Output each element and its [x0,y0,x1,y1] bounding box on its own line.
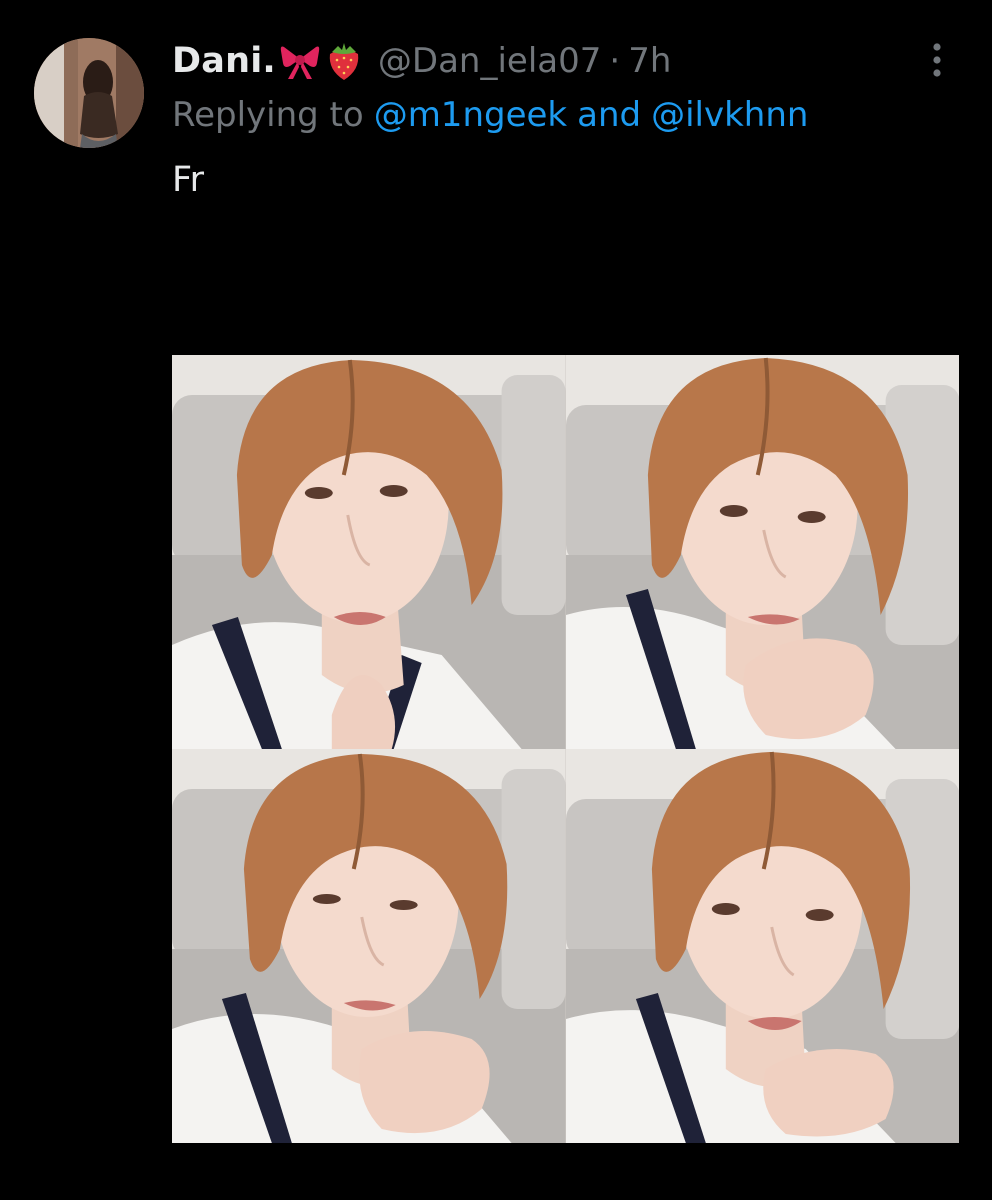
mention-link-2[interactable]: @ilvkhnn [651,95,808,135]
mention-link-1[interactable]: @m1ngeek [374,95,567,135]
strawberry-emoji-icon [324,40,364,82]
tweet-timestamp[interactable]: 7h [628,41,671,81]
portrait-photo-4 [565,749,959,1143]
profile-avatar-image [34,38,144,148]
header-separator: · [609,41,621,81]
more-options-button[interactable] [918,40,956,80]
tweet-header: Dani. @Dan_iela07 · 7h [172,38,671,84]
more-options-icon [933,43,941,77]
avatar[interactable] [34,38,144,148]
portrait-photo-1 [172,355,566,749]
replying-to: Replying to @m1ngeek and @ilvkhnn [172,92,808,138]
media-grid [172,355,959,1143]
photo-2[interactable] [565,355,959,749]
author-handle[interactable]: @Dan_iela07 [378,41,601,81]
photo-3[interactable] [172,749,566,1143]
tweet-text: Fr [172,160,204,200]
portrait-photo-2 [565,355,959,749]
mention-joiner: and [577,95,642,135]
photo-4[interactable] [565,749,959,1143]
portrait-photo-3 [172,749,566,1143]
replying-to-label: Replying to [172,95,364,135]
photo-1[interactable] [172,355,566,749]
tweet[interactable]: Dani. @Dan_iela07 · 7h Replying to @m1ng… [0,0,992,1200]
author-display-name[interactable]: Dani. [172,41,276,81]
ribbon-emoji-icon [278,41,322,81]
